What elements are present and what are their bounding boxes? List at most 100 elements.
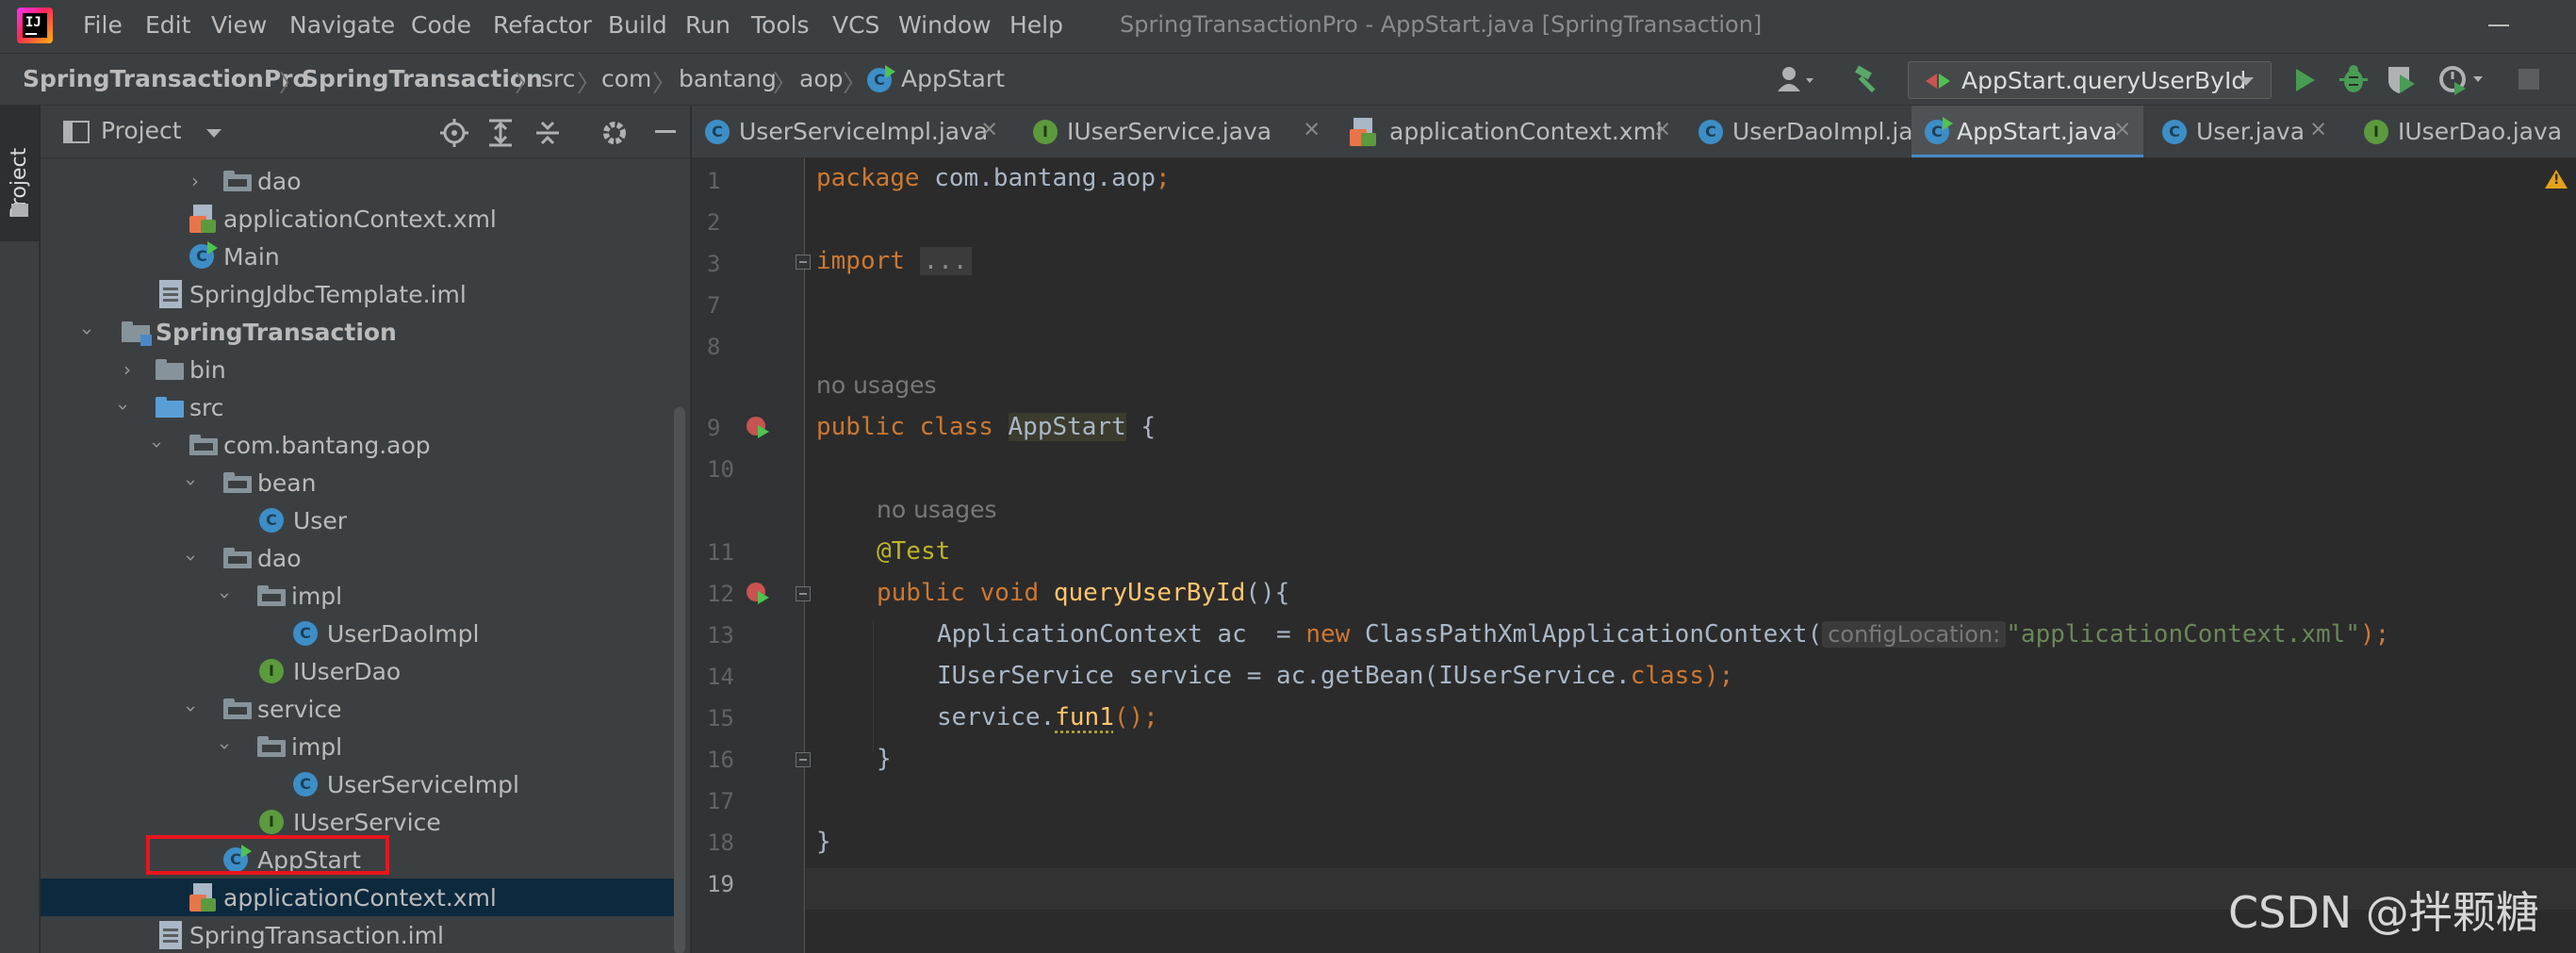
chevron-down-icon[interactable]: › [180,705,203,713]
expand-all-icon[interactable] [487,119,514,147]
menu-build[interactable]: Build [608,11,667,39]
project-tool-tab[interactable]: Project [0,106,40,241]
tree-item-service[interactable]: › service [41,690,678,728]
menu-code[interactable]: Code [411,11,471,39]
tree-item-iuserdao[interactable]: IUserDao [41,652,678,690]
run-gutter-icon[interactable] [747,583,769,605]
run-icon[interactable] [2290,65,2319,95]
hide-panel-icon[interactable] [655,130,676,133]
tree-item-bean[interactable]: › bean [41,464,678,501]
tree-item-com-bantang-aop[interactable]: › com.bantang.aop [41,426,678,464]
chevron-down-icon[interactable]: › [180,479,203,486]
breadcrumb-project[interactable]: SpringTransactionPro [23,65,309,92]
chevron-down-icon[interactable]: › [180,554,203,562]
stop-icon[interactable] [2519,69,2539,90]
tree-item-springjdbctemplate-iml[interactable]: SpringJdbcTemplate.iml [41,275,678,313]
debug-icon[interactable] [2338,63,2370,95]
folded-imports[interactable]: ... [919,247,972,275]
chevron-down-icon[interactable]: › [112,403,135,411]
tree-item-userdaoimpl[interactable]: UserDaoImpl [41,615,678,652]
tree-item-applicationcontext-xml-selected[interactable]: applicationContext.xml [41,879,678,916]
usage-hint[interactable]: no usages [816,371,937,399]
code-line-3[interactable]: import ... [816,247,972,275]
run-with-coverage-icon[interactable] [2385,63,2419,95]
close-icon[interactable]: × [1303,117,1321,141]
tree-item-userserviceimpl[interactable]: UserServiceImpl [41,765,678,803]
usage-hint[interactable]: no usages [877,496,997,523]
menu-view[interactable]: View [211,11,267,39]
tree-item-label: bin [189,356,226,384]
project-panel-title[interactable]: Project [101,117,182,144]
tree-item-applicationcontext-xml[interactable]: applicationContext.xml [41,200,678,238]
menu-edit[interactable]: Edit [145,11,190,39]
tree-item-src[interactable]: › src [41,388,678,426]
chevron-down-icon[interactable]: › [214,743,237,750]
fold-collapse-icon[interactable] [796,586,811,601]
chevron-down-icon[interactable]: › [76,328,99,336]
chevron-down-icon[interactable]: › [146,441,169,449]
class-icon [293,772,318,797]
menu-refactor[interactable]: Refactor [493,11,592,39]
code-line-16[interactable]: } [877,745,892,773]
profiler-icon[interactable] [2437,63,2485,95]
tree-item-user[interactable]: User [41,501,678,539]
warning-icon[interactable] [2545,170,2568,189]
user-account-icon[interactable] [1776,65,1815,95]
tree-item-springtransaction[interactable]: › SpringTransaction [41,313,678,351]
run-gutter-icon[interactable] [747,417,769,439]
fold-collapse-icon[interactable] [796,752,811,767]
fold-expand-icon[interactable] [796,255,811,270]
breadcrumb-aop[interactable]: aop [799,65,843,92]
close-icon[interactable]: × [1653,117,1671,141]
code-line-9[interactable]: public class AppStart { [816,413,1156,441]
menu-run[interactable]: Run [685,11,730,39]
code-line-13[interactable]: ApplicationContext ac = new ClassPathXml… [937,620,2389,649]
close-icon[interactable]: × [980,117,998,141]
tree-item-dao[interactable]: › dao [41,539,678,577]
menu-tools[interactable]: Tools [751,11,810,39]
tree-item-bin[interactable]: › bin [41,351,678,388]
menu-window[interactable]: Window [898,11,992,39]
tree-item-main[interactable]: Main [41,238,678,275]
locate-file-icon[interactable] [440,119,468,147]
chevron-right-icon[interactable]: › [123,358,131,381]
close-icon[interactable]: × [2113,117,2131,141]
menu-vcs[interactable]: VCS [832,11,879,39]
tree-scrollbar[interactable] [674,407,685,953]
tab-applicationcontext-xml[interactable]: applicationContext.xml × [1337,106,1685,157]
build-hammer-icon[interactable] [1853,65,1883,95]
code-line-1[interactable]: package com.bantang.aop; [816,164,1171,192]
tree-item-dao[interactable]: › dao [41,162,678,200]
menu-file[interactable]: File [83,11,123,39]
run-configuration-selector[interactable]: AppStart.queryUserById [1908,61,2272,99]
tree-item-springtransaction-iml[interactable]: SpringTransaction.iml [41,916,678,953]
minimize-icon[interactable] [2488,25,2509,26]
breadcrumb-com[interactable]: com [601,65,651,92]
tab-iuserservice[interactable]: IUserService.java × [1020,106,1337,157]
code-line-18[interactable]: } [816,828,831,856]
menu-help[interactable]: Help [1009,11,1063,39]
code-token: void [979,579,1040,607]
code-line-11[interactable]: @Test [877,537,950,566]
breadcrumb-bantang[interactable]: bantang [679,65,777,92]
gear-icon[interactable] [600,119,629,147]
code-line-14[interactable]: IUserService service = ac.getBean(IUserS… [937,662,1733,690]
menu-navigate[interactable]: Navigate [289,11,395,39]
tab-user[interactable]: User.java × [2149,106,2338,157]
chevron-down-icon[interactable]: › [214,592,237,600]
breadcrumb-appstart[interactable]: AppStart [901,65,1005,92]
chevron-down-icon[interactable] [206,128,222,140]
code-line-15[interactable]: service.fun1(); [937,703,1158,731]
tab-appstart[interactable]: AppStart.java × [1911,106,2143,157]
code-line-12[interactable]: public void queryUserById(){ [877,579,1289,607]
tab-userserviceimpl[interactable]: UserServiceImpl.java × [692,106,1020,157]
tree-item-impl[interactable]: › impl [41,577,678,615]
folder-package-icon [257,736,286,757]
chevron-right-icon[interactable]: › [191,170,199,192]
tab-iuserdao[interactable]: IUserDao.java [2351,106,2576,157]
breadcrumb-module[interactable]: SpringTransaction [302,65,543,92]
collapse-all-icon[interactable] [534,119,561,147]
close-icon[interactable]: × [2309,117,2327,141]
tree-item-impl[interactable]: › impl [41,728,678,765]
breadcrumb-src[interactable]: src [541,65,576,92]
